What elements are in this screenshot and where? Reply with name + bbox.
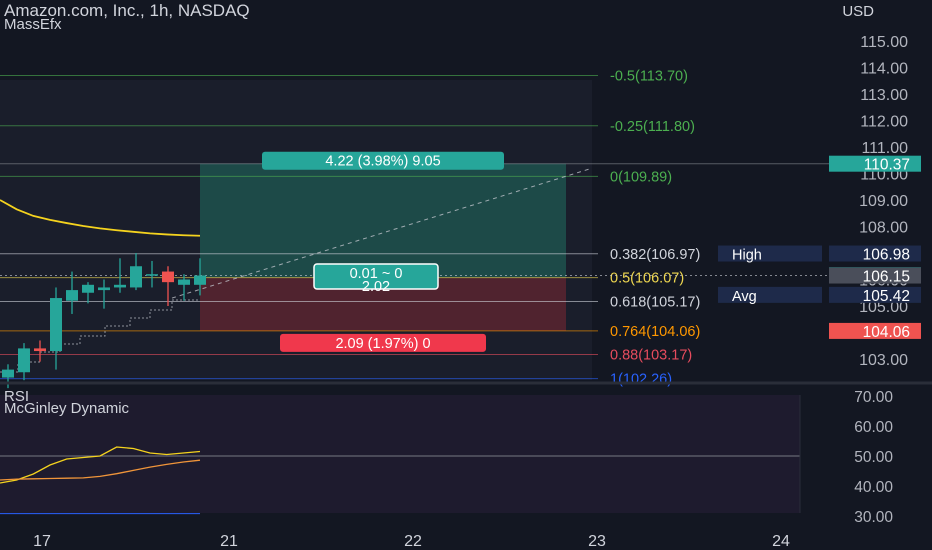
price-axis-label: 112.00	[860, 114, 908, 131]
price-tag-text: 110.37	[864, 157, 910, 174]
time-axis-label: 22	[404, 533, 422, 550]
profit-zone[interactable]	[200, 163, 566, 278]
candle-body[interactable]	[162, 271, 174, 283]
fib-label: 0(109.89)	[610, 169, 672, 185]
fib-label: 0.5(106.07)	[610, 271, 684, 287]
rsi-axis-label: 40.00	[854, 479, 893, 496]
fib-label: 0.618(105.17)	[610, 294, 700, 310]
candle-body[interactable]	[194, 275, 206, 285]
mcginley-pane-title[interactable]: McGinley Dynamic	[4, 400, 129, 417]
price-tag-text: 106.15	[863, 269, 910, 286]
indicator-label[interactable]: MassEfx	[4, 16, 62, 33]
candle-body[interactable]	[98, 287, 110, 291]
price-tag-text: 104.06	[863, 324, 910, 341]
candle-body[interactable]	[82, 284, 94, 293]
price-axis-label: 108.00	[859, 220, 908, 237]
time-axis-label: 23	[588, 533, 606, 550]
rsi-axis-label: 50.00	[854, 449, 893, 466]
stop-label[interactable]: 2.09 (1.97%) 0	[280, 333, 486, 352]
rsi-axis-label: 70.00	[854, 389, 893, 406]
price-axis-label: 114.00	[860, 61, 908, 78]
price-axis-label: 109.00	[859, 193, 908, 210]
candle-body[interactable]	[18, 348, 30, 373]
price-axis-label: 113.00	[860, 87, 908, 104]
time-axis[interactable]	[0, 526, 932, 550]
fib-label: 1(102.26)	[610, 372, 672, 388]
price-axis-label: 111.00	[861, 140, 908, 157]
position-center-label-text: 2.02	[362, 279, 390, 295]
candle-body[interactable]	[178, 279, 190, 285]
target-label[interactable]: 4.22 (3.98%) 9.05	[262, 151, 504, 170]
candle-body[interactable]	[114, 284, 126, 288]
price-chart[interactable]: -0.5(113.70) -0.25(111.80) 0(109.89) 0.382(…	[0, 0, 932, 550]
time-axis-label: 21	[220, 533, 238, 550]
fib-label: 0.382(106.97)	[610, 247, 700, 263]
fib-label: -0.5(113.70)	[610, 68, 688, 84]
time-axis-label: 17	[33, 533, 51, 550]
fib-label: 0.764(104.06)	[610, 324, 700, 340]
currency-label[interactable]: USD	[842, 3, 874, 20]
stat-tag-value: 105.42	[863, 288, 910, 305]
price-axis-label: 115.00	[860, 34, 908, 51]
stat-tag-name: High	[732, 248, 762, 264]
candle-body[interactable]	[130, 266, 142, 288]
fib-label: 0.88(103.17)	[610, 347, 692, 363]
price-axis-label: 103.00	[859, 352, 908, 369]
stop-label-text: 2.09 (1.97%) 0	[335, 336, 430, 352]
time-axis-label: 24	[772, 533, 790, 550]
candle-body[interactable]	[2, 369, 14, 378]
fib-label: -0.25(111.80)	[610, 119, 695, 135]
candle-body[interactable]	[50, 298, 62, 352]
candle-body[interactable]	[66, 290, 78, 301]
target-label-text: 4.22 (3.98%) 9.05	[325, 154, 440, 170]
candle-body[interactable]	[34, 348, 46, 352]
rsi-axis-label: 60.00	[854, 419, 893, 436]
stat-tag-value: 106.98	[863, 247, 910, 264]
candle-body[interactable]	[146, 274, 158, 276]
stat-tag-name: Avg	[732, 289, 757, 305]
rsi-axis-label: 30.00	[854, 509, 893, 526]
